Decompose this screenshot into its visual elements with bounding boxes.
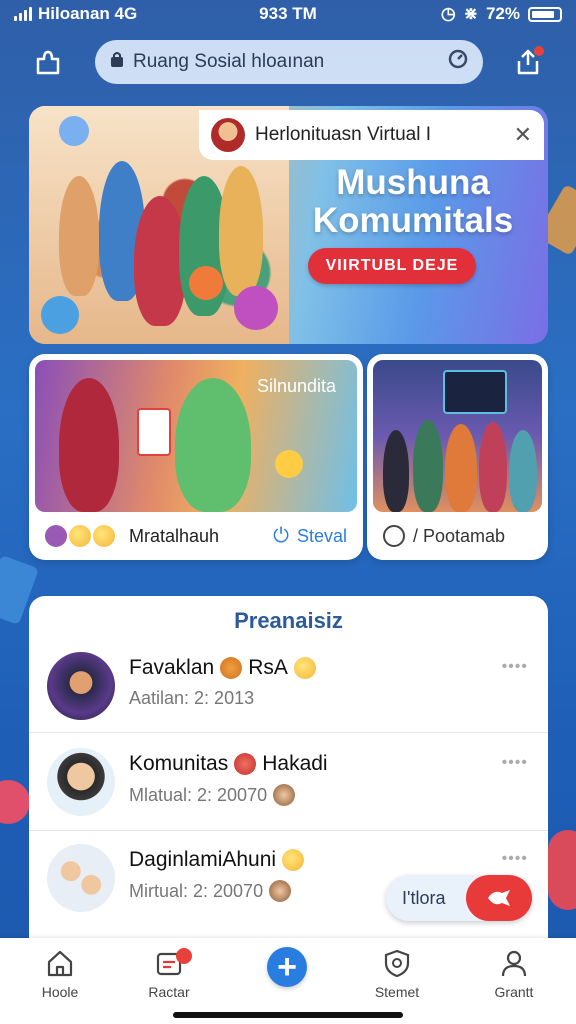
status-bar: Hiloanan 4G 933 TM ◷ ⋇ 72% (0, 0, 576, 30)
floating-action[interactable]: I'tlora (386, 875, 532, 921)
top-bar: Ruang Sosial hloaınan (0, 38, 576, 88)
floating-action-label[interactable]: I'tlora (402, 888, 445, 909)
notification-dot (534, 46, 544, 56)
cat-emoji-icon (220, 657, 243, 679)
event-card-left[interactable]: Silnundita Mratalhauh ⏻ Steval (29, 354, 363, 560)
card-footer: / Pootamab (367, 512, 548, 560)
card-footer-label: Mratalhauh (129, 525, 220, 546)
event-card-right[interactable]: / Pootamab (367, 354, 548, 560)
item-title: Favaklan (129, 656, 215, 679)
item-title: Komunitas (129, 752, 229, 775)
item-title: DaginlamiAhuni (129, 848, 277, 871)
refresh-icon[interactable] (447, 48, 469, 76)
hero-title: Mushuna Komumitals (312, 163, 514, 240)
list-item[interactable]: Komunitas Hakadi Mlatual: 2: 20070 •••• (29, 734, 548, 832)
search-bar[interactable]: Ruang Sosial hloaınan (95, 40, 483, 84)
nav-label: Ractar (148, 984, 190, 1000)
hero-banner[interactable]: Herlonituasn Virtual I ✕ Mushuna Komumit… (29, 106, 548, 344)
item-tag: RsA (248, 656, 288, 679)
list-item[interactable]: Favaklan RsA Aatilan: 2: 2013 •••• (29, 638, 548, 736)
card-footer: Mratalhauh ⏻ Steval (29, 512, 363, 560)
feed-header: Preanaisiz (234, 608, 343, 633)
reaction-icons (45, 525, 115, 547)
avatar (47, 652, 115, 720)
lock-icon (109, 50, 125, 74)
puzzle-icon (36, 50, 60, 75)
card-image (373, 360, 542, 512)
avatar (47, 748, 115, 816)
nav-label: Grantt (494, 984, 534, 1000)
home-indicator (173, 1012, 403, 1018)
face-emoji-icon (273, 784, 296, 806)
clock-icon (383, 525, 405, 547)
card-footer-label: / Pootamab (413, 525, 506, 546)
background-decoration (548, 830, 576, 910)
puzzle-button[interactable] (28, 42, 68, 82)
nav-label: Hoole (41, 984, 79, 1000)
smile-emoji-icon (282, 849, 305, 871)
item-subtitle: Mirtual: 2: 20070 (129, 880, 264, 901)
item-tag: Hakadi (262, 752, 328, 775)
user-icon (501, 950, 527, 977)
alarm-icon: ◷ (440, 4, 456, 23)
hero-title-pill: Herlonituasn Virtual I ✕ (199, 110, 544, 160)
avatar (211, 118, 245, 152)
power-icon[interactable]: ⏻ (273, 525, 289, 548)
more-options-icon[interactable]: •••• (502, 850, 528, 868)
badge-icon (176, 948, 192, 964)
battery-icon (528, 6, 562, 22)
nav-item-shield[interactable]: Stemet (352, 946, 442, 1004)
item-subtitle: Mlatual: 2: 20070 (129, 784, 268, 805)
shield-icon (384, 949, 410, 978)
bluetooth-icon: ⋇ (463, 4, 478, 23)
send-icon (488, 890, 510, 906)
background-decoration (0, 780, 30, 824)
smile-emoji-icon (293, 657, 316, 679)
divider (29, 732, 548, 733)
nav-item-profile[interactable]: Grantt (469, 946, 559, 1004)
nav-label: Stemet (374, 984, 420, 1000)
face-emoji-icon (269, 880, 292, 902)
card-image: Silnundita (35, 360, 357, 512)
more-options-icon[interactable]: •••• (502, 658, 528, 676)
close-icon[interactable]: ✕ (514, 122, 532, 148)
card-action-link[interactable]: Steval (297, 526, 347, 547)
more-options-icon[interactable]: •••• (502, 754, 528, 772)
send-button[interactable] (466, 875, 532, 921)
clock: 933 TM (259, 4, 317, 23)
search-input[interactable]: Ruang Sosial hloaınan (133, 51, 447, 73)
nav-item-messages[interactable]: Ractar (124, 946, 214, 1004)
notifications-button[interactable] (508, 42, 548, 82)
cat-emoji-icon (234, 753, 257, 775)
battery-percent: 72% (485, 4, 520, 23)
add-button[interactable]: + (267, 947, 307, 987)
home-icon (47, 950, 73, 977)
plus-icon: + (277, 947, 297, 986)
item-subtitle: Aatilan: 2: 2013 (129, 688, 255, 708)
nav-item-home[interactable]: Hoole (15, 946, 105, 1004)
card-overlay-text: Silnundita (257, 376, 337, 396)
cta-button[interactable]: VIIRTUBL DEJE (308, 248, 476, 284)
avatar (47, 844, 115, 912)
hero-pill-text: Herlonituasn Virtual I (255, 124, 432, 145)
